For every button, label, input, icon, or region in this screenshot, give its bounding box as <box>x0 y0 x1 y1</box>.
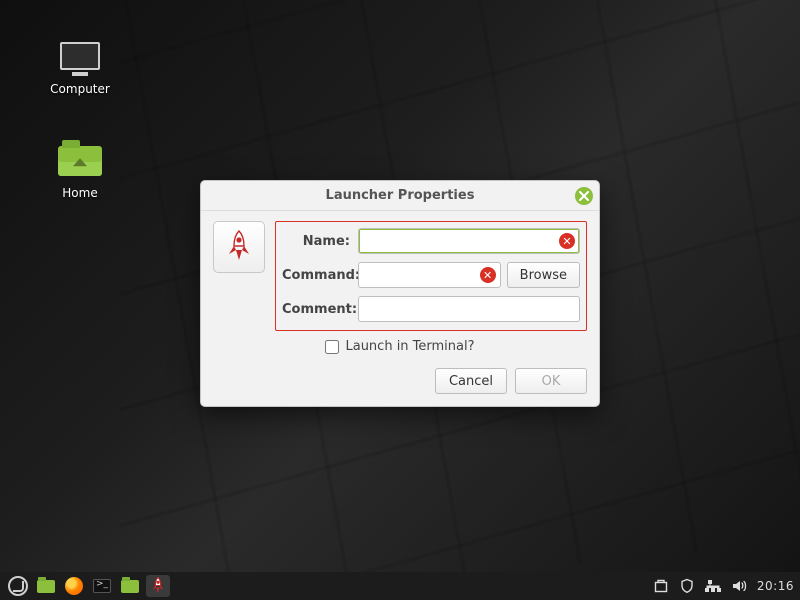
clear-command-button[interactable]: ✕ <box>480 267 496 283</box>
menu-button[interactable] <box>6 575 30 597</box>
name-label: Name: <box>282 234 358 249</box>
name-field-wrap: ✕ <box>358 228 580 254</box>
folder-icon <box>37 580 55 593</box>
home-folder-icon <box>58 146 102 182</box>
folder-icon <box>121 580 139 593</box>
titlebar[interactable]: Launcher Properties <box>201 181 599 211</box>
volume-tray-icon[interactable] <box>731 578 747 594</box>
clock[interactable]: 20:16 <box>757 579 794 593</box>
firefox-icon <box>65 577 83 595</box>
launcher-icon-button[interactable] <box>213 221 265 273</box>
required-fields-group: Name: ✕ Command: ✕ Browse Comment: <box>275 221 587 331</box>
computer-icon <box>58 42 102 78</box>
network-tray-icon[interactable] <box>705 578 721 594</box>
taskbar: 20:16 <box>0 572 800 600</box>
clear-name-button[interactable]: ✕ <box>559 233 575 249</box>
cancel-button[interactable]: Cancel <box>435 368 507 394</box>
comment-field-wrap <box>358 296 580 322</box>
launcher-properties-dialog: Launcher Properties Name: <box>200 180 600 407</box>
dialog-title: Launcher Properties <box>326 188 475 203</box>
command-field-wrap: ✕ <box>358 262 501 288</box>
rocket-icon <box>224 230 254 264</box>
desktop-icon-home[interactable]: Home <box>40 140 120 200</box>
desktop-icon-computer[interactable]: Computer <box>40 42 120 96</box>
launch-in-terminal-label: Launch in Terminal? <box>345 339 474 354</box>
security-tray-icon[interactable] <box>679 578 695 594</box>
files-task[interactable] <box>118 575 142 597</box>
desktop-icon-label: Computer <box>40 82 120 96</box>
error-icon: ✕ <box>483 269 492 282</box>
comment-label: Comment: <box>282 302 358 317</box>
files-launcher[interactable] <box>34 575 58 597</box>
terminal-icon <box>93 579 111 593</box>
command-label: Command: <box>282 268 358 283</box>
close-button[interactable] <box>575 187 593 205</box>
browse-button[interactable]: Browse <box>507 262 580 288</box>
close-icon <box>579 191 589 201</box>
terminal-launcher[interactable] <box>90 575 114 597</box>
launcher-properties-task[interactable] <box>146 575 170 597</box>
comment-input[interactable] <box>365 302 573 317</box>
ok-button[interactable]: OK <box>515 368 587 394</box>
firefox-launcher[interactable] <box>62 575 86 597</box>
desktop-icon-label: Home <box>40 186 120 200</box>
rocket-icon <box>150 577 166 595</box>
launch-in-terminal-checkbox[interactable] <box>325 340 339 354</box>
updates-tray-icon[interactable] <box>653 578 669 594</box>
error-icon: ✕ <box>562 235 571 248</box>
mint-logo-icon <box>8 576 28 596</box>
command-input[interactable] <box>365 268 474 283</box>
name-input[interactable] <box>365 234 553 249</box>
